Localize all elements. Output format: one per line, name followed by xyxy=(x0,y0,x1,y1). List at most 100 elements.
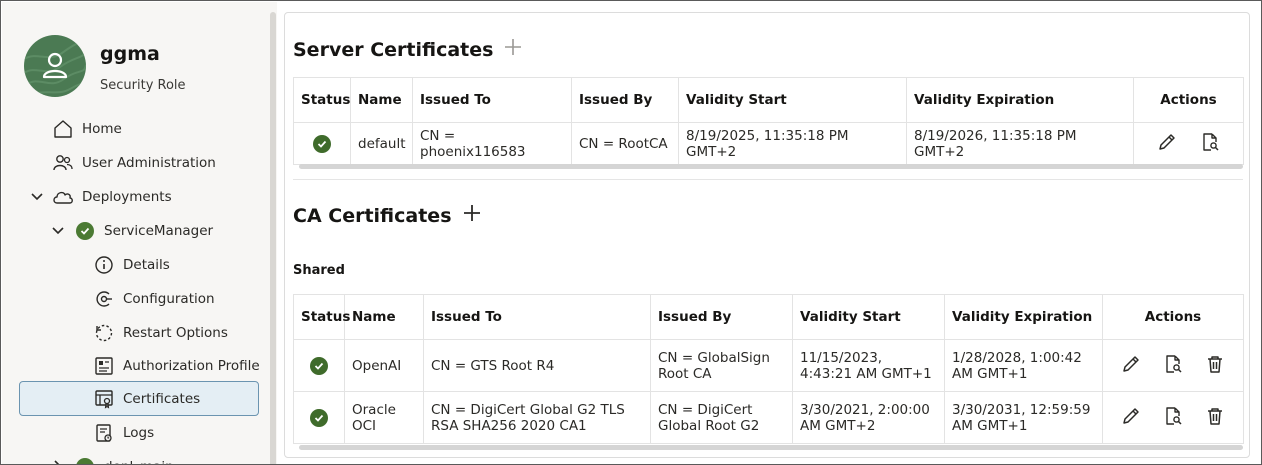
actions-cell xyxy=(1102,339,1244,392)
column-header[interactable]: Issued To xyxy=(423,294,651,340)
user-name: ggma xyxy=(100,43,160,65)
ca-certificates-heading: CA Certificates xyxy=(293,203,482,228)
pencil-icon xyxy=(1122,408,1139,424)
pencil-icon xyxy=(1159,134,1176,150)
issued-by-cell: CN = GlobalSign Root CA xyxy=(650,339,793,392)
nav-details-label: Details xyxy=(123,257,170,273)
column-header[interactable]: Validity Expiration xyxy=(906,77,1134,123)
avatar[interactable] xyxy=(24,35,86,97)
table-header-row: Status Name Issued To Issued By Validity… xyxy=(293,294,1244,340)
configuration-icon xyxy=(93,288,115,310)
document-search-icon xyxy=(1202,133,1219,151)
validity-start-cell: 8/19/2025, 11:35:18 PM GMT+2 xyxy=(678,122,907,165)
server-certificates-table: Status Name Issued To Issued By Validity… xyxy=(293,77,1244,165)
ca-table-scrollbar[interactable] xyxy=(299,445,1243,450)
column-header[interactable]: Issued By xyxy=(571,77,679,123)
nav-user-administration[interactable]: User Administration xyxy=(52,147,216,179)
view-certificate-button[interactable] xyxy=(1162,353,1184,375)
nav-depl-main-label: depl_main xyxy=(104,459,174,464)
status-ok-icon xyxy=(310,356,328,375)
add-ca-certificate-button[interactable] xyxy=(462,203,482,228)
column-header[interactable]: Issued To xyxy=(412,77,572,123)
nav-details[interactable]: Details xyxy=(93,249,170,281)
column-header: Actions xyxy=(1133,77,1244,123)
view-certificate-button[interactable] xyxy=(1199,131,1221,153)
status-cell xyxy=(293,391,345,444)
add-server-certificate-button[interactable] xyxy=(503,37,523,62)
validity-expiration-cell: 3/30/2031, 12:59:59 AM GMT+1 xyxy=(944,391,1103,444)
table-row[interactable]: Oracle OCI CN = DigiCert Global G2 TLS R… xyxy=(293,391,1244,444)
nav-configuration[interactable]: Configuration xyxy=(93,283,215,315)
view-certificate-button[interactable] xyxy=(1162,405,1184,427)
nav-authorization-profile[interactable]: Authorization Profile xyxy=(93,350,260,382)
nav-logs[interactable]: Logs xyxy=(93,417,154,449)
document-search-icon xyxy=(1166,355,1182,373)
column-header[interactable]: Name xyxy=(344,294,424,340)
edit-button[interactable] xyxy=(1120,353,1142,375)
nav-depl-main[interactable]: depl_main xyxy=(74,451,174,464)
nav-certificates-label: Certificates xyxy=(123,390,201,407)
table-header-row: Status Name Issued To Issued By Validity… xyxy=(293,77,1244,123)
table-row[interactable]: default CN = phoenix116583 CN = RootCA 8… xyxy=(293,122,1244,165)
nav-home[interactable]: Home xyxy=(52,113,122,145)
nav-restart-options[interactable]: Restart Options xyxy=(93,317,228,349)
home-icon xyxy=(52,118,74,140)
app-window: ggma Security Role Home User Administrat… xyxy=(0,0,1262,465)
column-header: Actions xyxy=(1102,294,1244,340)
issued-by-cell: CN = RootCA xyxy=(571,122,679,165)
edit-button[interactable] xyxy=(1120,405,1142,427)
server-certificates-title: Server Certificates xyxy=(293,38,494,61)
chevron-down-icon[interactable] xyxy=(30,190,44,204)
column-header[interactable]: Validity Expiration xyxy=(944,294,1103,340)
validity-start-cell: 3/30/2021, 2:00:00 AM GMT+2 xyxy=(792,391,945,444)
sidebar-scrollbar[interactable] xyxy=(270,12,276,464)
issued-to-cell: CN = GTS Root R4 xyxy=(423,339,651,392)
status-ok-icon xyxy=(74,456,96,464)
plus-icon xyxy=(505,39,522,55)
logs-icon xyxy=(93,422,115,444)
status-cell xyxy=(293,339,345,392)
nav-user-administration-label: User Administration xyxy=(82,155,216,171)
shared-subheading: Shared xyxy=(293,263,345,278)
certificate-icon xyxy=(93,388,115,410)
nav-deployments-label: Deployments xyxy=(82,189,172,205)
column-header[interactable]: Status xyxy=(293,294,350,340)
nav-restart-options-label: Restart Options xyxy=(123,325,228,341)
info-icon xyxy=(93,254,115,276)
actions-cell xyxy=(1133,122,1244,165)
server-table-scrollbar[interactable] xyxy=(299,164,1243,169)
column-header[interactable]: Validity Start xyxy=(678,77,907,123)
trash-icon xyxy=(1208,408,1223,425)
ca-certificates-title: CA Certificates xyxy=(293,204,452,227)
cloud-icon xyxy=(52,186,74,208)
actions-cell xyxy=(1102,391,1244,444)
column-header[interactable]: Status xyxy=(293,77,351,123)
nav-deployments[interactable]: Deployments xyxy=(52,181,172,213)
nav-certificates[interactable]: Certificates xyxy=(19,381,259,416)
issued-by-cell: CN = DigiCert Global Root G2 xyxy=(650,391,793,444)
chevron-right-icon[interactable] xyxy=(51,459,65,465)
nav-service-manager-label: ServiceManager xyxy=(104,223,214,239)
user-icon xyxy=(24,40,86,97)
column-header[interactable]: Validity Start xyxy=(792,294,945,340)
users-icon xyxy=(52,152,74,174)
column-header[interactable]: Name xyxy=(350,77,413,123)
status-ok-icon xyxy=(310,408,328,427)
delete-button[interactable] xyxy=(1204,405,1226,427)
id-card-icon xyxy=(93,355,115,377)
section-divider xyxy=(293,179,1243,180)
nav-home-label: Home xyxy=(82,121,122,137)
validity-expiration-cell: 1/28/2028, 1:00:42 AM GMT+1 xyxy=(944,339,1103,392)
issued-to-cell: CN = phoenix116583 xyxy=(412,122,572,165)
delete-button[interactable] xyxy=(1204,353,1226,375)
main-panel: Server Certificates Status Name Issued T… xyxy=(284,12,1250,458)
nav-authorization-profile-label: Authorization Profile xyxy=(123,358,260,374)
table-row[interactable]: OpenAI CN = GTS Root R4 CN = GlobalSign … xyxy=(293,339,1244,392)
nav-logs-label: Logs xyxy=(123,425,155,441)
edit-button[interactable] xyxy=(1156,131,1178,153)
column-header[interactable]: Issued By xyxy=(650,294,793,340)
pencil-icon xyxy=(1122,356,1139,372)
chevron-down-icon[interactable] xyxy=(51,224,65,238)
nav-service-manager[interactable]: ServiceManager xyxy=(74,215,213,247)
ca-certificates-table: Status Name Issued To Issued By Validity… xyxy=(293,294,1244,444)
